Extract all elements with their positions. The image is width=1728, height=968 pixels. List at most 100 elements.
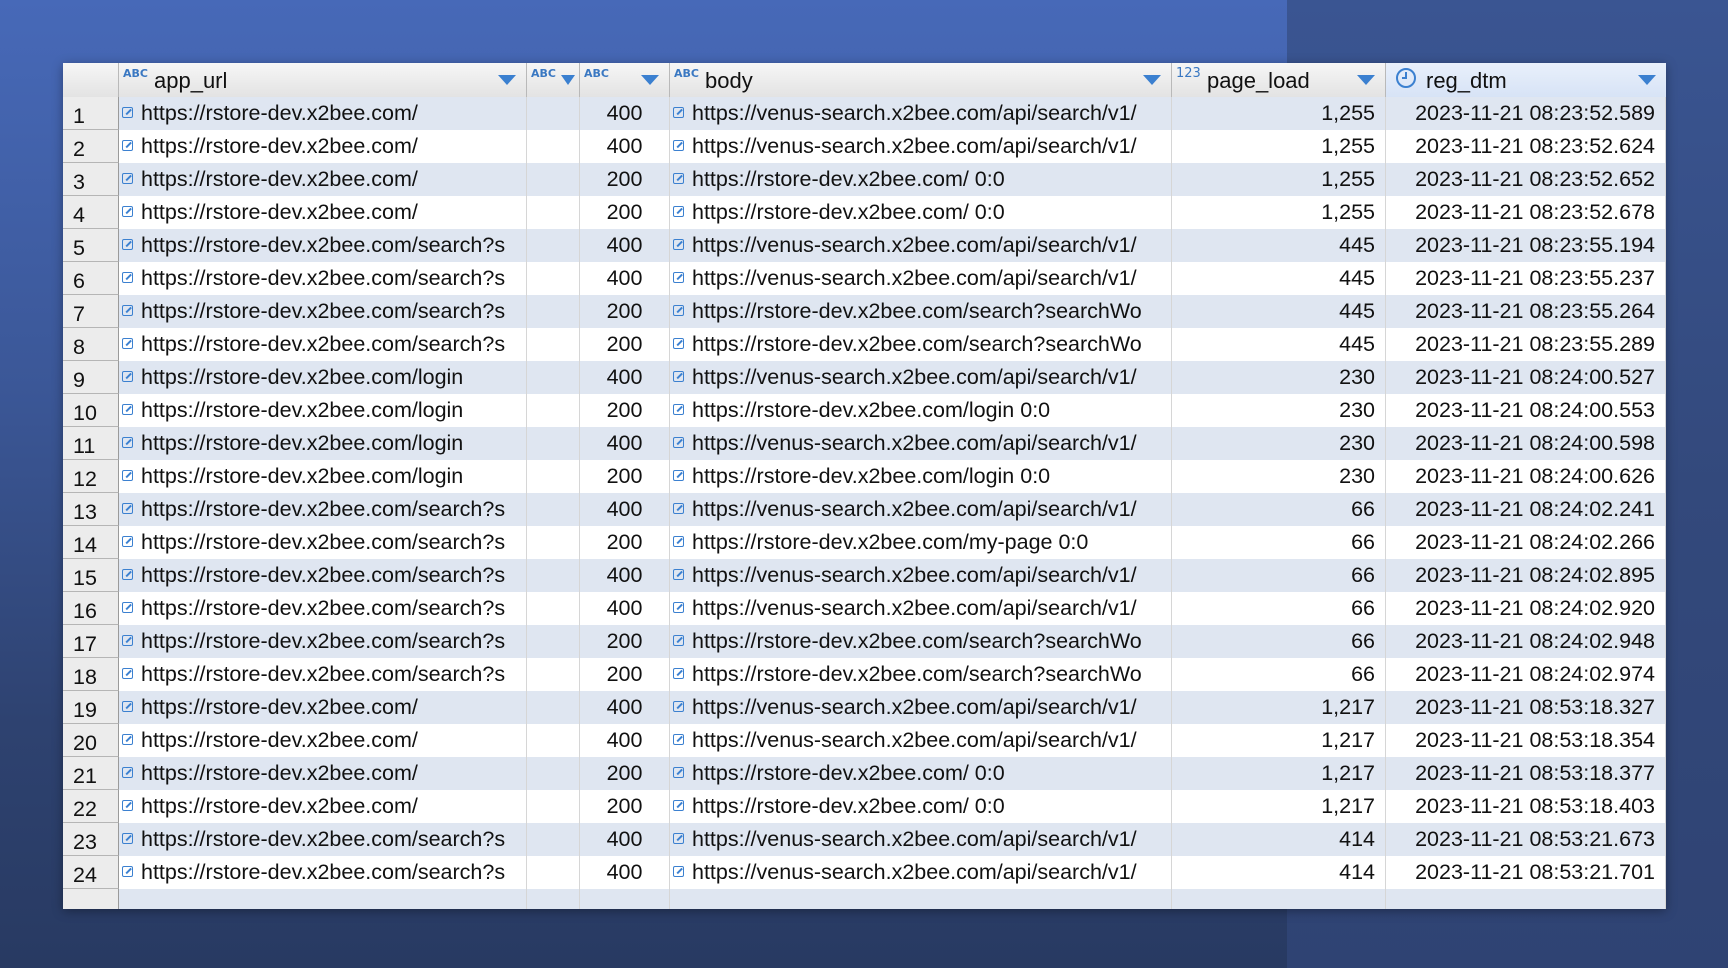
column-header-app-url[interactable]: ABC app_url — [119, 63, 527, 97]
body-cell[interactable]: https://venus-search.x2bee.com/api/searc… — [670, 130, 1172, 163]
open-link-icon[interactable] — [122, 371, 133, 382]
app-url-cell[interactable]: https://rstore-dev.x2bee.com/ — [119, 724, 527, 757]
reg-dtm-cell[interactable]: 2023-11-21 08:23:55.264 — [1386, 295, 1666, 328]
app-url-cell[interactable]: https://rstore-dev.x2bee.com/ — [119, 97, 527, 130]
table-row[interactable]: 2 https://rstore-dev.x2bee.com/400 https:/… — [63, 130, 1666, 163]
status-cell[interactable]: 400 — [580, 559, 670, 592]
empty-cell[interactable] — [527, 625, 580, 658]
page-load-cell[interactable]: 1,255 — [1172, 163, 1386, 196]
status-cell[interactable]: 200 — [580, 526, 670, 559]
reg-dtm-cell[interactable]: 2023-11-21 08:24:02.920 — [1386, 592, 1666, 625]
page-load-cell[interactable]: 1,217 — [1172, 757, 1386, 790]
body-cell[interactable]: https://rstore-dev.x2bee.com/search?sear… — [670, 295, 1172, 328]
open-link-icon[interactable] — [673, 470, 684, 481]
status-cell[interactable] — [580, 889, 670, 909]
status-cell[interactable]: 400 — [580, 262, 670, 295]
open-link-icon[interactable] — [122, 338, 133, 349]
row-number-cell[interactable]: 8 — [63, 328, 119, 361]
open-link-icon[interactable] — [122, 503, 133, 514]
table-row[interactable]: 24 https://rstore-dev.x2bee.com/search?s 4… — [63, 856, 1666, 889]
open-link-icon[interactable] — [673, 140, 684, 151]
app-url-cell[interactable]: https://rstore-dev.x2bee.com/search?s — [119, 295, 527, 328]
open-link-icon[interactable] — [673, 272, 684, 283]
status-cell[interactable]: 200 — [580, 625, 670, 658]
row-number-cell[interactable]: 6 — [63, 262, 119, 295]
app-url-cell[interactable]: https://rstore-dev.x2bee.com/search?s — [119, 856, 527, 889]
open-link-icon[interactable] — [122, 536, 133, 547]
table-row[interactable]: 16 https://rstore-dev.x2bee.com/search?s 4… — [63, 592, 1666, 625]
status-cell[interactable]: 200 — [580, 328, 670, 361]
open-link-icon[interactable] — [673, 503, 684, 514]
open-link-icon[interactable] — [673, 239, 684, 250]
open-link-icon[interactable] — [673, 602, 684, 613]
row-number-cell[interactable]: 24 — [63, 856, 119, 889]
reg-dtm-cell[interactable]: 2023-11-21 08:23:55.237 — [1386, 262, 1666, 295]
body-cell[interactable]: https://venus-search.x2bee.com/api/searc… — [670, 97, 1172, 130]
filter-dropdown-icon[interactable] — [1143, 75, 1161, 85]
open-link-icon[interactable] — [122, 833, 133, 844]
page-load-cell[interactable]: 1,217 — [1172, 724, 1386, 757]
open-link-icon[interactable] — [673, 404, 684, 415]
table-row[interactable]: 4 https://rstore-dev.x2bee.com/200 https:/… — [63, 196, 1666, 229]
app-url-cell[interactable]: https://rstore-dev.x2bee.com/ — [119, 163, 527, 196]
page-load-cell[interactable]: 66 — [1172, 658, 1386, 691]
reg-dtm-cell[interactable]: 2023-11-21 08:24:02.895 — [1386, 559, 1666, 592]
open-link-icon[interactable] — [122, 569, 133, 580]
status-cell[interactable]: 400 — [580, 97, 670, 130]
body-cell[interactable]: https://rstore-dev.x2bee.com/ 0:0 — [670, 196, 1172, 229]
page-load-cell[interactable]: 230 — [1172, 394, 1386, 427]
table-row[interactable]: 9 https://rstore-dev.x2bee.com/login 400 ht… — [63, 361, 1666, 394]
empty-cell[interactable] — [527, 460, 580, 493]
app-url-cell[interactable]: https://rstore-dev.x2bee.com/login — [119, 361, 527, 394]
open-link-icon[interactable] — [122, 602, 133, 613]
open-link-icon[interactable] — [673, 305, 684, 316]
open-link-icon[interactable] — [673, 800, 684, 811]
body-cell[interactable] — [670, 889, 1172, 909]
status-cell[interactable]: 200 — [580, 163, 670, 196]
filter-dropdown-icon[interactable] — [1357, 75, 1375, 85]
status-cell[interactable]: 400 — [580, 592, 670, 625]
open-link-icon[interactable] — [673, 338, 684, 349]
empty-cell[interactable] — [527, 394, 580, 427]
table-row[interactable]: 18 https://rstore-dev.x2bee.com/search?s 2… — [63, 658, 1666, 691]
app-url-cell[interactable]: https://rstore-dev.x2bee.com/ — [119, 130, 527, 163]
row-number-cell[interactable] — [63, 889, 119, 909]
open-link-icon[interactable] — [673, 866, 684, 877]
column-header-status[interactable]: ABC — [580, 63, 670, 97]
empty-cell[interactable] — [527, 361, 580, 394]
row-number-cell[interactable]: 9 — [63, 361, 119, 394]
app-url-cell[interactable]: https://rstore-dev.x2bee.com/ — [119, 691, 527, 724]
table-row[interactable]: 22 https://rstore-dev.x2bee.com/200 https:… — [63, 790, 1666, 823]
empty-cell[interactable] — [527, 856, 580, 889]
app-url-cell[interactable]: https://rstore-dev.x2bee.com/search?s — [119, 625, 527, 658]
row-number-cell[interactable]: 4 — [63, 196, 119, 229]
page-load-cell[interactable]: 230 — [1172, 361, 1386, 394]
open-link-icon[interactable] — [673, 107, 684, 118]
row-number-cell[interactable]: 20 — [63, 724, 119, 757]
open-link-icon[interactable] — [673, 569, 684, 580]
app-url-cell[interactable]: https://rstore-dev.x2bee.com/ — [119, 790, 527, 823]
column-header-reg-dtm[interactable]: reg_dtm — [1386, 63, 1666, 97]
row-number-header[interactable] — [63, 63, 119, 97]
status-cell[interactable]: 400 — [580, 724, 670, 757]
row-number-cell[interactable]: 7 — [63, 295, 119, 328]
reg-dtm-cell[interactable]: 2023-11-21 08:23:52.678 — [1386, 196, 1666, 229]
body-cell[interactable]: https://venus-search.x2bee.com/api/searc… — [670, 427, 1172, 460]
body-cell[interactable]: https://venus-search.x2bee.com/api/searc… — [670, 229, 1172, 262]
open-link-icon[interactable] — [673, 833, 684, 844]
app-url-cell[interactable]: https://rstore-dev.x2bee.com/login — [119, 427, 527, 460]
body-cell[interactable]: https://venus-search.x2bee.com/api/searc… — [670, 493, 1172, 526]
body-cell[interactable]: https://venus-search.x2bee.com/api/searc… — [670, 856, 1172, 889]
body-cell[interactable]: https://rstore-dev.x2bee.com/my-page 0:0 — [670, 526, 1172, 559]
status-cell[interactable]: 200 — [580, 196, 670, 229]
reg-dtm-cell[interactable]: 2023-11-21 08:24:00.598 — [1386, 427, 1666, 460]
page-load-cell[interactable]: 230 — [1172, 427, 1386, 460]
row-number-cell[interactable]: 22 — [63, 790, 119, 823]
open-link-icon[interactable] — [673, 701, 684, 712]
open-link-icon[interactable] — [122, 437, 133, 448]
page-load-cell[interactable]: 66 — [1172, 526, 1386, 559]
body-cell[interactable]: https://venus-search.x2bee.com/api/searc… — [670, 823, 1172, 856]
empty-cell[interactable] — [527, 691, 580, 724]
app-url-cell[interactable]: https://rstore-dev.x2bee.com/login — [119, 394, 527, 427]
filter-dropdown-icon[interactable] — [561, 75, 575, 85]
